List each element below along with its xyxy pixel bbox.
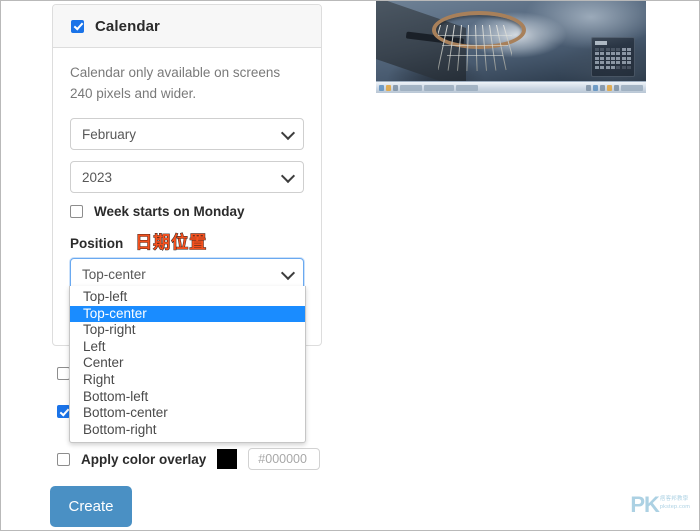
preview-net-band bbox=[438, 35, 512, 36]
week-start-checkbox[interactable] bbox=[70, 205, 83, 218]
watermark-line1: 痞客邦教學 bbox=[659, 496, 689, 502]
preview-calendar-grid bbox=[595, 48, 631, 69]
site-watermark: PK 痞客邦教學 pkstep.com bbox=[630, 494, 690, 516]
preview-net-band bbox=[447, 55, 503, 56]
wallpaper-preview-thumbnail[interactable] bbox=[376, 1, 646, 93]
month-select[interactable]: February bbox=[70, 118, 304, 150]
watermark-subtext: 痞客邦教學 pkstep.com bbox=[660, 494, 690, 510]
apply-color-overlay-checkbox[interactable] bbox=[57, 452, 70, 466]
create-button[interactable]: Create bbox=[50, 486, 132, 527]
year-select-value: 2023 bbox=[82, 169, 113, 185]
preview-calendar-month bbox=[595, 41, 607, 45]
week-start-row[interactable]: Week starts on Monday bbox=[70, 204, 304, 219]
preview-net-band bbox=[442, 45, 508, 46]
chevron-down-icon bbox=[280, 125, 296, 141]
position-dropdown-list[interactable]: Top-left Top-center Top-right Left Cente… bbox=[69, 286, 306, 444]
position-annotation: 日期位置 bbox=[135, 233, 208, 253]
preview-hoop-net bbox=[438, 25, 512, 71]
watermark-logo: PK bbox=[630, 492, 660, 517]
dropdown-option[interactable]: Right bbox=[70, 372, 305, 389]
screenshot-root: Calendar Calendar only available on scre… bbox=[0, 0, 700, 531]
dropdown-option-selected[interactable]: Top-center bbox=[70, 305, 305, 323]
preview-taskbar bbox=[376, 81, 646, 93]
calendar-enable-checkbox[interactable] bbox=[71, 19, 84, 33]
dropdown-option[interactable]: Center bbox=[70, 355, 305, 372]
dropdown-option[interactable]: Bottom-left bbox=[70, 389, 305, 406]
watermark-line2: pkstep.com bbox=[659, 503, 690, 510]
calendar-card-header[interactable]: Calendar bbox=[53, 5, 321, 48]
calendar-help-text: Calendar only available on screens 240 p… bbox=[70, 65, 281, 101]
position-select-value: Top-center bbox=[82, 266, 146, 282]
dropdown-option[interactable]: Top-left bbox=[70, 289, 305, 306]
chevron-down-icon bbox=[280, 168, 296, 184]
position-label-row: Position 日期位置 bbox=[70, 233, 304, 253]
color-swatch[interactable] bbox=[217, 449, 238, 469]
dropdown-option[interactable]: Bottom-right bbox=[70, 422, 305, 439]
week-start-label: Week starts on Monday bbox=[94, 204, 245, 219]
hex-color-input[interactable]: #000000 bbox=[248, 448, 321, 470]
dropdown-option[interactable]: Top-right bbox=[70, 322, 305, 339]
calendar-card-title: Calendar bbox=[95, 17, 160, 35]
dropdown-option[interactable]: Left bbox=[70, 339, 305, 356]
month-select-value: February bbox=[82, 126, 137, 142]
preview-calendar-widget bbox=[591, 37, 635, 77]
calendar-card-body: Calendar only available on screens 240 p… bbox=[53, 48, 321, 290]
year-select[interactable]: 2023 bbox=[70, 161, 304, 193]
chevron-down-icon bbox=[280, 265, 296, 281]
dropdown-option[interactable]: Bottom-center bbox=[70, 405, 305, 422]
apply-color-overlay-label: Apply color overlay bbox=[81, 451, 207, 467]
position-label: Position bbox=[70, 236, 124, 251]
apply-color-overlay-row[interactable]: Apply color overlay #000000 bbox=[57, 448, 357, 470]
